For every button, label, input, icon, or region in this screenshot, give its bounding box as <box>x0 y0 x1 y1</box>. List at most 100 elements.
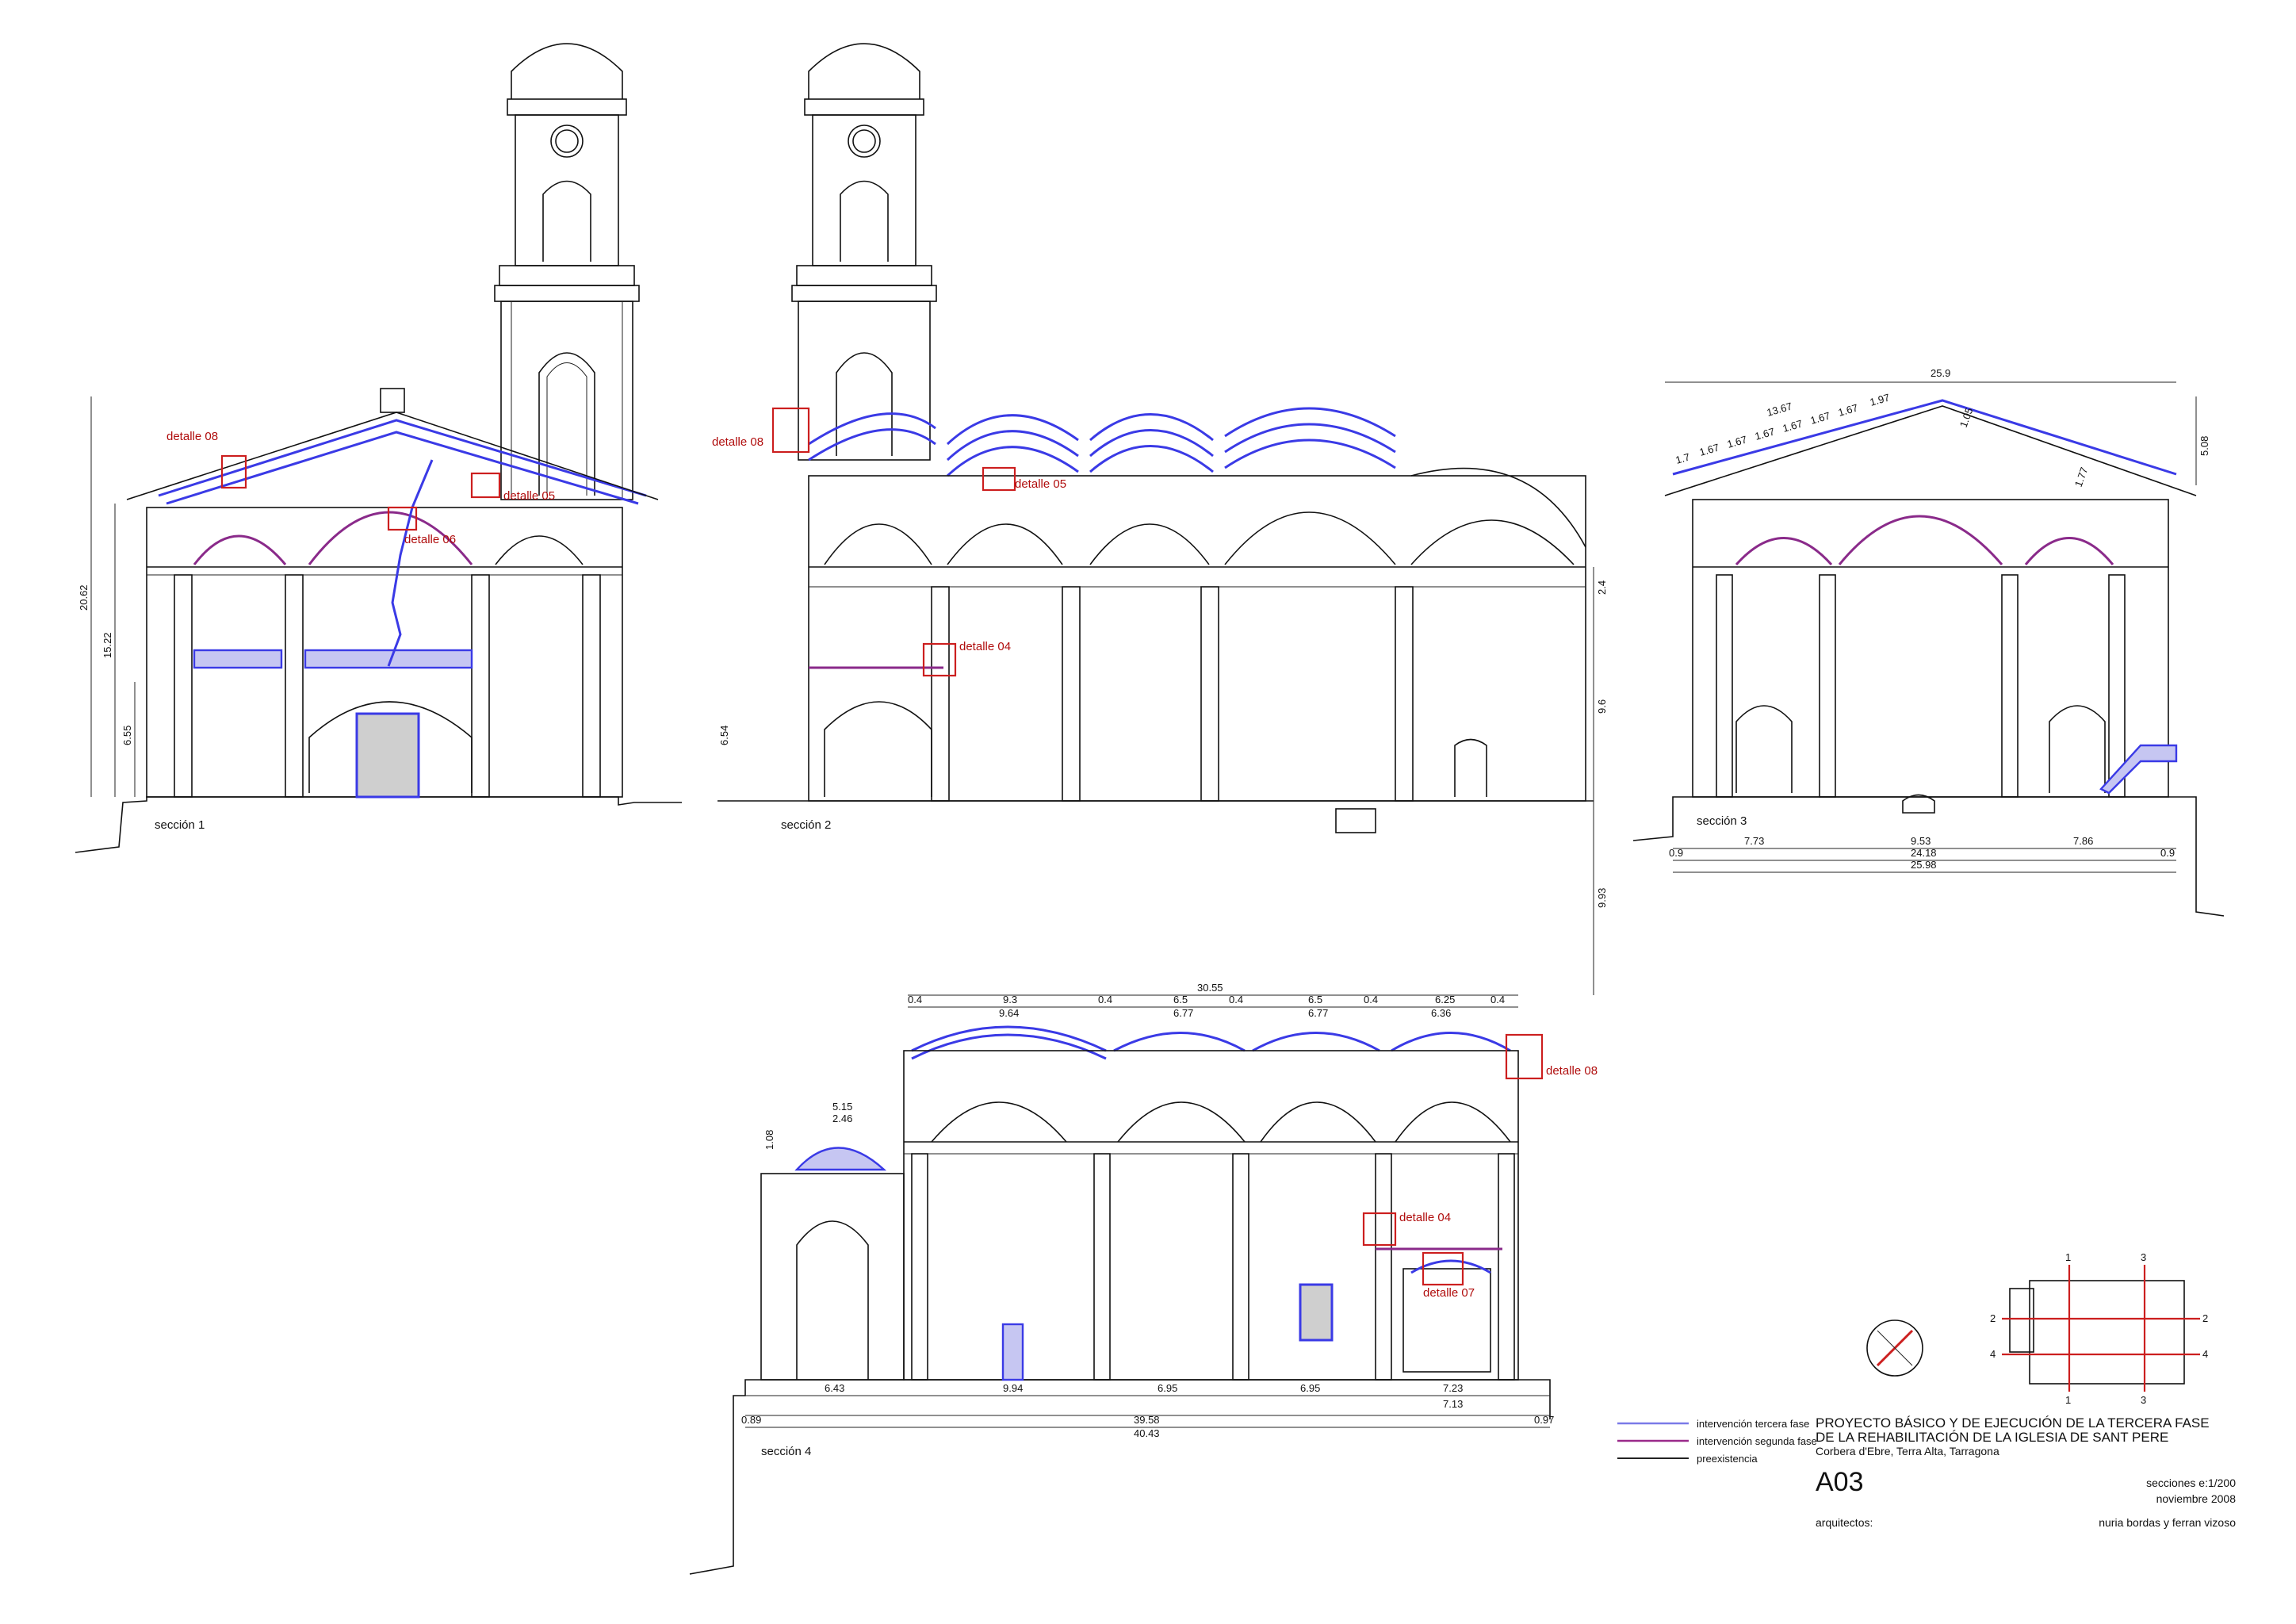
section-1-label: sección 1 <box>155 818 205 832</box>
dim-5-08: 5.08 <box>2198 436 2210 456</box>
detail-05-label: detalle 05 <box>1015 477 1066 491</box>
detail-08-label: detalle 08 <box>166 430 218 443</box>
dim-5-15: 5.15 <box>832 1101 852 1113</box>
detail-04-label: detalle 04 <box>1399 1211 1451 1224</box>
svg-text:40.43: 40.43 <box>1134 1427 1160 1439</box>
key-plan: 1 3 2 2 4 4 1 3 <box>1990 1251 2208 1406</box>
date-text: noviembre 2008 <box>2156 1492 2237 1505</box>
svg-text:3: 3 <box>2141 1251 2146 1263</box>
svg-text:6.36: 6.36 <box>1431 1007 1451 1019</box>
svg-text:1.05: 1.05 <box>1957 406 1976 429</box>
detail-08-label: detalle 08 <box>1546 1064 1598 1078</box>
section-1: 20.62 15.22 6.55 detalle 08 detalle 05 d… <box>75 43 682 853</box>
svg-text:1.67: 1.67 <box>1698 441 1720 458</box>
dim-2-46: 2.46 <box>832 1113 852 1124</box>
blue-vaults <box>808 407 1396 477</box>
dim-9-93: 9.93 <box>1596 888 1608 908</box>
dim-2-4: 2.4 <box>1596 580 1608 595</box>
svg-text:6.5: 6.5 <box>1173 994 1188 1005</box>
svg-text:9.94: 9.94 <box>1003 1382 1023 1394</box>
svg-text:7.23: 7.23 <box>1443 1382 1463 1394</box>
dim-24-18: 24.18 <box>1911 847 1937 859</box>
svg-text:0.97: 0.97 <box>1534 1414 1554 1426</box>
svg-text:6.25: 6.25 <box>1435 994 1455 1005</box>
roof-dims: 1.7 1.67 1.67 1.67 1.67 1.67 1.67 1.97 1… <box>1674 391 2091 488</box>
svg-text:6.43: 6.43 <box>825 1382 844 1394</box>
project-title-1: PROYECTO BÁSICO Y DE EJECUCIÓN DE LA TER… <box>1816 1415 2210 1431</box>
dim-20-62: 20.62 <box>78 584 90 611</box>
project-title-2: DE LA REHABILITACIÓN DE LA IGLESIA DE SA… <box>1816 1430 2168 1445</box>
section-2: 2.4 9.6 6.54 9.93 detalle 08 detalle 05 … <box>712 43 1608 995</box>
svg-text:1.67: 1.67 <box>1781 417 1804 434</box>
svg-text:4: 4 <box>2202 1348 2208 1360</box>
svg-text:9.3: 9.3 <box>1003 994 1017 1005</box>
dim-25-9: 25.9 <box>1931 367 1950 379</box>
legend-third-phase: intervención tercera fase <box>1697 1418 1809 1430</box>
drawing-sheet: 20.62 15.22 6.55 detalle 08 detalle 05 d… <box>75 43 2236 1575</box>
svg-text:1.7: 1.7 <box>1674 450 1692 465</box>
svg-text:1.77: 1.77 <box>2072 465 2091 488</box>
section-3-label: sección 3 <box>1697 814 1747 828</box>
svg-text:2: 2 <box>1990 1312 1996 1324</box>
svg-text:1: 1 <box>2065 1251 2071 1263</box>
section-4: 30.55 0.4 9.3 0.4 6.5 0.4 6.5 0.4 6.25 0… <box>689 982 1598 1575</box>
svg-text:0.4: 0.4 <box>1098 994 1112 1005</box>
dim-6-54: 6.54 <box>718 726 730 745</box>
svg-text:0.4: 0.4 <box>1364 994 1378 1005</box>
dim-30-55: 30.55 <box>1197 982 1223 994</box>
svg-text:6.95: 6.95 <box>1300 1382 1320 1394</box>
sheet-number: A03 <box>1816 1467 1864 1497</box>
bell-tower <box>494 43 640 500</box>
svg-text:1.67: 1.67 <box>1726 433 1748 450</box>
architects-label: arquitectos: <box>1816 1516 1873 1529</box>
dim-0-9-left: 0.9 <box>1669 847 1683 859</box>
svg-text:1.67: 1.67 <box>1754 425 1776 442</box>
svg-text:4: 4 <box>1990 1348 1996 1360</box>
detail-06-label: detalle 06 <box>404 533 456 546</box>
svg-text:7.13: 7.13 <box>1443 1398 1463 1410</box>
svg-text:3: 3 <box>2141 1394 2146 1406</box>
dim-7-86: 7.86 <box>2073 835 2093 847</box>
door-infill <box>356 713 419 798</box>
svg-text:6.77: 6.77 <box>1308 1007 1328 1019</box>
architects-names: nuria bordas y ferran vizoso <box>2099 1516 2236 1529</box>
svg-text:6.95: 6.95 <box>1158 1382 1177 1394</box>
svg-text:1.97: 1.97 <box>1869 391 1891 408</box>
dim-9-53: 9.53 <box>1911 835 1931 847</box>
svg-text:0.4: 0.4 <box>908 994 922 1005</box>
svg-text:6.77: 6.77 <box>1173 1007 1193 1019</box>
svg-text:1: 1 <box>2065 1394 2071 1406</box>
dim-15-22: 15.22 <box>101 632 113 658</box>
svg-text:9.64: 9.64 <box>999 1007 1019 1019</box>
svg-text:0.89: 0.89 <box>741 1414 761 1426</box>
svg-text:1.67: 1.67 <box>1809 409 1831 426</box>
svg-text:2: 2 <box>2202 1312 2208 1324</box>
section-2-label: sección 2 <box>781 818 831 832</box>
title-block: PROYECTO BÁSICO Y DE EJECUCIÓN DE LA TER… <box>1816 1415 2236 1529</box>
dim-0-9-right: 0.9 <box>2160 847 2175 859</box>
detail-07-label: detalle 07 <box>1423 1286 1475 1300</box>
project-location: Corbera d'Ebre, Terra Alta, Tarragona <box>1816 1445 1999 1457</box>
dim-9-6: 9.6 <box>1596 699 1608 714</box>
svg-text:1.67: 1.67 <box>1837 401 1859 418</box>
detail-08-label: detalle 08 <box>712 435 763 449</box>
dim-25-98: 25.98 <box>1911 859 1937 871</box>
dim-1-08: 1.08 <box>763 1130 775 1150</box>
crack-line <box>387 459 434 667</box>
section-3: 25.9 1.7 1.67 1.67 1.67 1.67 1.67 1.67 1… <box>1632 367 2225 917</box>
scale-text: secciones e:1/200 <box>2146 1477 2236 1489</box>
legend: intervención tercera fase intervención s… <box>1617 1418 1817 1465</box>
detail-04-label: detalle 04 <box>959 640 1011 653</box>
svg-text:0.4: 0.4 <box>1229 994 1243 1005</box>
legend-second-phase: intervención segunda fase <box>1697 1435 1817 1447</box>
dim-7-73: 7.73 <box>1744 835 1764 847</box>
svg-text:39.58: 39.58 <box>1134 1414 1160 1426</box>
svg-text:13.67: 13.67 <box>1766 400 1793 418</box>
svg-text:0.4: 0.4 <box>1490 994 1505 1005</box>
detail-05-label: detalle 05 <box>503 489 555 503</box>
svg-text:6.5: 6.5 <box>1308 994 1322 1005</box>
bell-tower <box>791 43 937 461</box>
dim-6-55: 6.55 <box>121 726 133 745</box>
section-4-label: sección 4 <box>761 1445 811 1458</box>
legend-existing: preexistencia <box>1697 1453 1758 1465</box>
